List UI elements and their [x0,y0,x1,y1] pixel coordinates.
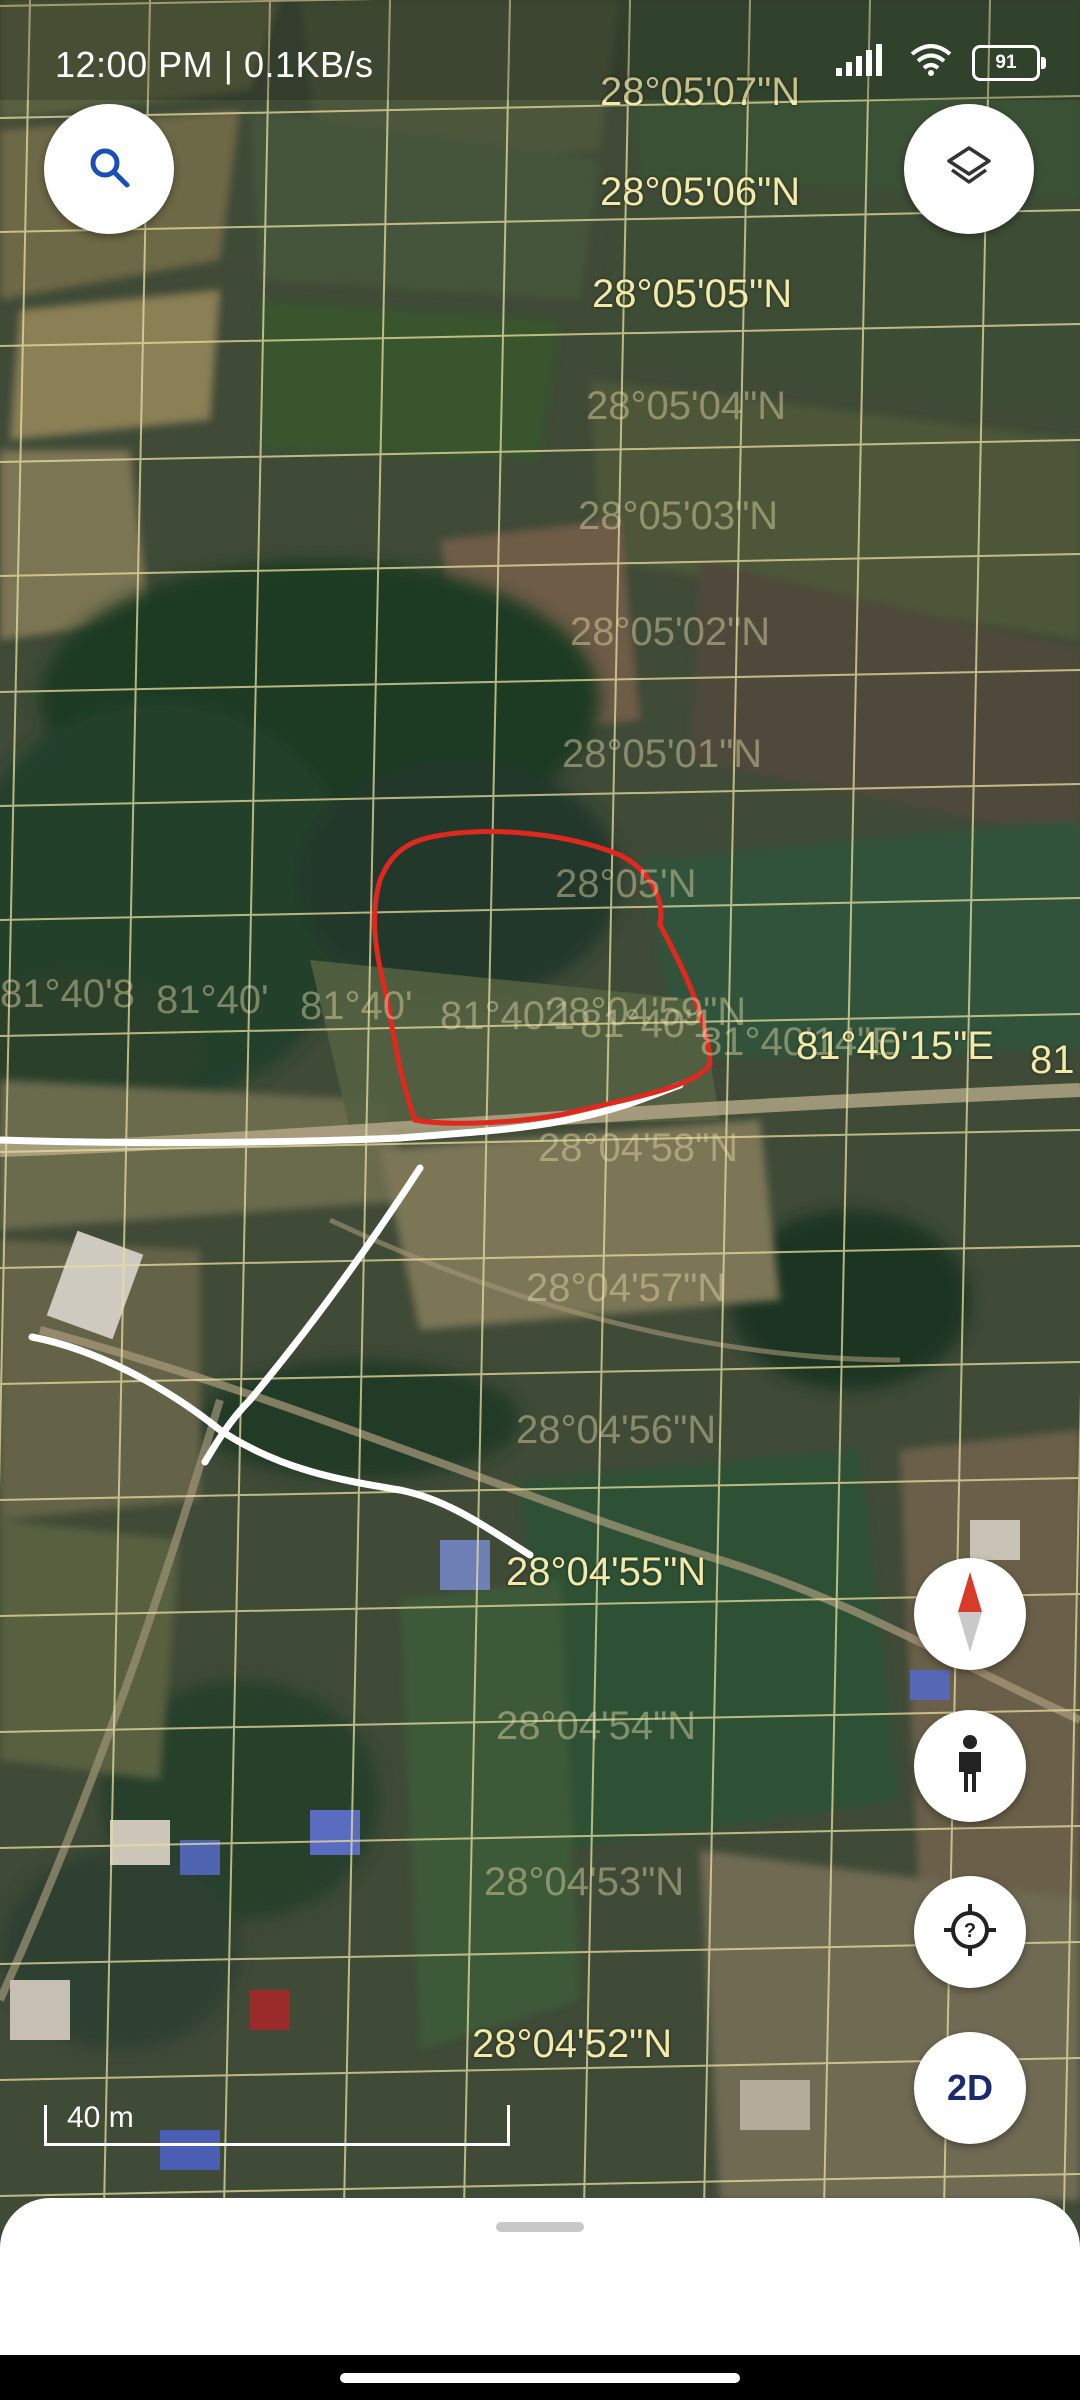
street-view-button[interactable] [914,1710,1026,1822]
longitude-label: 81°40'15"E [796,1024,994,1068]
compass-button[interactable] [914,1558,1026,1670]
layers-icon [944,142,994,197]
system-nav-bar [0,2355,1080,2400]
latitude-label: 28°05'03"N [578,494,779,538]
latitude-label: 28°04'58"N [538,1126,739,1170]
wifi-icon [910,44,952,81]
latitude-label: 28°04'55"N [506,1550,707,1594]
latitude-label: 28°05'01"N [562,732,763,776]
bottom-sheet[interactable] [0,2198,1080,2358]
status-icons: 91 [834,44,1046,81]
view-mode-toggle[interactable]: 2D [914,2032,1026,2144]
longitude-label: 81°40'1 [440,994,575,1038]
longitude-label: 81°40'8 [0,972,135,1016]
latitude-label: 28°05'N [555,862,697,906]
sheet-drag-handle[interactable] [496,2222,584,2232]
longitude-label: 81 [1030,1038,1075,1082]
my-location-button[interactable]: ? [914,1876,1026,1988]
home-gesture-bar[interactable] [340,2373,740,2383]
latitude-label: 28°04'53"N [484,1860,685,1904]
search-icon [87,145,131,194]
latitude-label: 28°05'06"N [600,170,801,214]
latitude-label: 28°04'54"N [496,1704,697,1748]
location-target-icon: ? [942,1902,998,1963]
search-button[interactable] [44,104,174,234]
satellite-map[interactable]: 28°05'07"N 28°05'06"N 28°05'05"N 28°05'0… [0,0,1080,2400]
scale-label: 40 m [67,2101,134,2134]
compass-icon [950,1571,990,1657]
longitude-label: 81°40'1 [580,1002,715,1046]
battery-icon: 91 [972,44,1046,81]
scale-bar: 40 m [44,2101,510,2146]
person-icon [953,1734,987,1799]
svg-text:?: ? [964,1920,976,1942]
latitude-label: 28°04'52"N [472,2022,673,2066]
view-mode-label: 2D [946,2067,994,2108]
latitude-label: 28°05'02"N [570,610,771,654]
signal-icon [834,44,890,81]
longitude-label: 81°40' [156,978,269,1022]
status-bar: 12:00 PM | 0.1KB/s 91 [0,0,1080,100]
latitude-label: 28°04'56"N [516,1408,717,1452]
status-time: 12:00 PM | 0.1KB/s [55,44,374,85]
longitude-label: 81°40' [300,984,413,1028]
latitude-label: 28°04'57"N [526,1266,727,1310]
layers-button[interactable] [904,104,1034,234]
latitude-label: 28°05'05"N [592,272,793,316]
latitude-label: 28°05'04"N [586,384,787,428]
